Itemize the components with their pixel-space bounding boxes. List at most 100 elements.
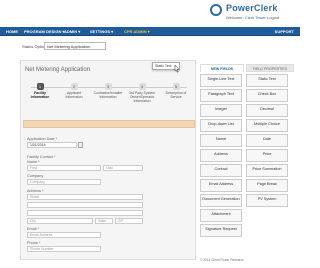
palette-item-signature-request[interactable]: Signature Request xyxy=(200,224,242,237)
welcome-text: Welcome, Clerk Tower Logout xyxy=(226,15,279,20)
user-name-link[interactable]: Clerk Tower xyxy=(245,15,266,20)
palette-item-price-summation[interactable]: Price Summation xyxy=(246,164,288,177)
phone-field[interactable]: Phone Number xyxy=(27,246,101,252)
step-number: 4 xyxy=(138,83,146,90)
status-option-label: Status Option xyxy=(22,44,47,49)
palette-item-label: Contact xyxy=(214,167,228,171)
palette-item-label: PV System xyxy=(257,197,277,201)
form-title: Net Metering Application xyxy=(25,67,91,73)
status-option-field[interactable]: Net Metering Application xyxy=(44,42,106,50)
field-palette: NEW FIELDS FIELD PROPERTIES Single-Line … xyxy=(200,64,296,260)
step-number: 1 xyxy=(36,83,44,90)
logout-link[interactable]: Logout xyxy=(267,15,279,20)
footer-copyright: © 2014 Clean Power Research xyxy=(200,258,244,262)
palette-item-document-generation[interactable]: Document Generation xyxy=(200,194,242,207)
palette-item-integer[interactable]: Integer xyxy=(200,104,242,117)
palette-item-page-break[interactable]: Page Break xyxy=(246,179,288,192)
palette-item-single-line-text[interactable]: Single-Line Text xyxy=(200,74,242,87)
welcome-prefix: Welcome, xyxy=(226,15,244,20)
nav-home[interactable]: HOME xyxy=(6,29,18,34)
step-1[interactable]: 1 Facility Information xyxy=(25,83,55,99)
palette-item-label: Signature Request xyxy=(205,227,237,231)
step-label: Description of Service xyxy=(165,91,187,99)
phone-label: Phone * xyxy=(27,241,41,245)
application-date-label: Application Date * xyxy=(27,137,58,141)
step-number: 3 xyxy=(104,83,112,90)
nav-cpr-admin[interactable]: CPR ADMIN ▾ xyxy=(124,29,150,34)
zip-field[interactable]: ZIP xyxy=(115,218,143,224)
street-line-2-field[interactable] xyxy=(27,202,143,208)
palette-item-static-text[interactable]: Static Text xyxy=(246,74,288,87)
name-label: Name * xyxy=(27,160,40,164)
palette-item-contact[interactable]: Contact xyxy=(200,164,242,177)
step-label: 3rd Party System Owner/Operator Informat… xyxy=(128,91,155,103)
step-label: Applicant Information xyxy=(65,91,83,99)
palette-item-label: Price xyxy=(262,152,272,156)
step-progress: 1 Facility Information 2 Applicant Infor… xyxy=(21,83,197,105)
pointer-cursor-icon xyxy=(174,65,180,73)
form-canvas: Net Metering Application 1 Facility Info… xyxy=(20,60,196,260)
palette-item-date[interactable]: Date xyxy=(246,134,288,147)
palette-item-label: Address xyxy=(214,152,228,156)
street-field[interactable]: Street xyxy=(27,194,143,200)
palette-item-label: Paragraph Text xyxy=(208,92,234,96)
first-name-field[interactable]: First xyxy=(27,165,101,171)
palette-item-check-box[interactable]: Check Box xyxy=(246,89,288,102)
step-5[interactable]: 5 Description of Service xyxy=(161,83,191,99)
palette-item-decimal[interactable]: Decimal xyxy=(246,104,288,117)
street-line-3-field[interactable] xyxy=(27,210,143,216)
palette-item-label: Page Break xyxy=(257,182,277,186)
palette-item-label: Decimal xyxy=(260,107,274,111)
nav-admin[interactable]: ADMIN ▾ xyxy=(64,29,80,34)
palette-item-address[interactable]: Address xyxy=(200,149,242,162)
palette-item-label: Single-Line Text xyxy=(207,77,235,81)
palette-item-label: Drop-down List xyxy=(208,122,234,126)
palette-item-label: Name xyxy=(215,137,227,141)
palette-item-label: Multiple Choice xyxy=(254,122,280,126)
calendar-icon[interactable] xyxy=(78,142,83,148)
main-nav: HOME PROGRAM DESIGN ▾ ADMIN ▾ SETTINGS ▾… xyxy=(0,27,300,36)
palette-item-label: Price Summation xyxy=(252,167,282,171)
state-field[interactable]: State xyxy=(95,218,113,224)
palette-item-multiple-choice[interactable]: Multiple Choice xyxy=(246,119,288,132)
step-number: 2 xyxy=(70,83,78,90)
last-name-field[interactable]: Last xyxy=(103,165,143,171)
palette-item-label: Email Address xyxy=(208,182,234,186)
palette-item-label: Static Text xyxy=(258,77,276,81)
tab-new-fields[interactable]: NEW FIELDS xyxy=(200,64,244,72)
palette-item-label: Attachment xyxy=(211,212,231,216)
step-2[interactable]: 2 Applicant Information xyxy=(59,83,89,99)
nav-program-design[interactable]: PROGRAM DESIGN ▾ xyxy=(24,29,64,34)
top-bar: PowerClerk Welcome, Clerk Tower Logout xyxy=(0,0,300,27)
city-field[interactable]: City xyxy=(27,218,93,224)
powerclerk-logo[interactable]: PowerClerk Welcome, Clerk Tower Logout xyxy=(210,3,296,25)
step-3[interactable]: 3 Contractor/Installer Information xyxy=(93,83,123,99)
palette-item-attachment[interactable]: Attachment xyxy=(200,209,242,222)
step-number: 5 xyxy=(172,83,180,90)
palette-item-name[interactable]: Name xyxy=(200,134,242,147)
nav-support[interactable]: SUPPORT xyxy=(275,29,294,34)
palette-item-email-address[interactable]: Email Address xyxy=(200,179,242,192)
address-label: Address * xyxy=(27,189,44,193)
email-label: Email * xyxy=(27,227,40,231)
palette-item-label: Date xyxy=(262,137,272,141)
palette-item-drop-down-list[interactable]: Drop-down List xyxy=(200,119,242,132)
company-label: Company xyxy=(27,174,44,178)
palette-item-paragraph-text[interactable]: Paragraph Text xyxy=(200,89,242,102)
nav-settings[interactable]: SETTINGS ▾ xyxy=(90,29,113,34)
brand-name: PowerClerk xyxy=(226,3,278,13)
step-label: Facility Information xyxy=(30,91,50,99)
application-date-input[interactable]: 10/1/2014 xyxy=(27,142,77,148)
facility-contact-label: Facility Contact * xyxy=(27,155,56,159)
logo-mark-icon xyxy=(210,4,222,16)
drop-target-bar[interactable] xyxy=(23,120,195,128)
palette-item-label: Document Generation xyxy=(202,197,240,201)
step-4[interactable]: 4 3rd Party System Owner/Operator Inform… xyxy=(127,83,157,103)
palette-item-price[interactable]: Price xyxy=(246,149,288,162)
company-field[interactable]: Company xyxy=(27,179,101,185)
step-label: Contractor/Installer Information xyxy=(93,91,123,99)
palette-item-label: Check Box xyxy=(257,92,277,96)
email-field[interactable]: Email Address xyxy=(27,232,101,238)
tab-field-properties[interactable]: FIELD PROPERTIES xyxy=(246,64,294,72)
palette-item-pv-system[interactable]: PV System xyxy=(246,194,288,207)
